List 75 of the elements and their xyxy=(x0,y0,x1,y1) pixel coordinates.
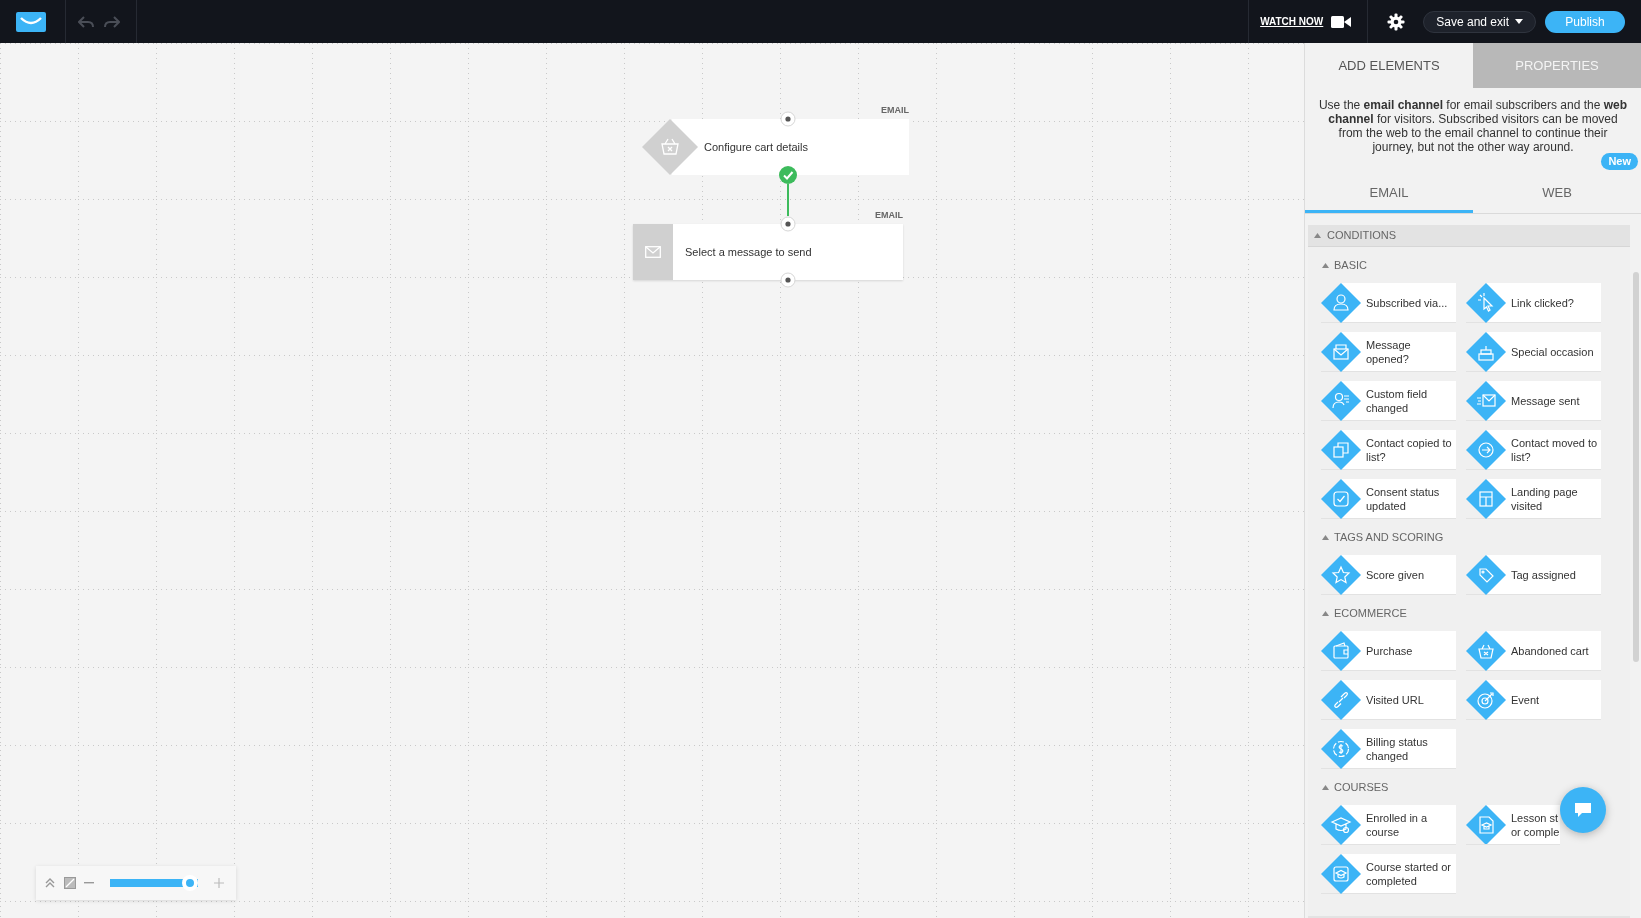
channel-label: EMAIL xyxy=(875,209,903,222)
group-title[interactable]: TAGS AND SCORING xyxy=(1334,528,1444,546)
node-card[interactable]: Configure cart details xyxy=(642,119,909,175)
cursor-icon xyxy=(1466,282,1506,323)
element-card[interactable]: Subscribed via... xyxy=(1321,283,1456,323)
watch-now-link[interactable]: WATCH NOW xyxy=(1260,14,1324,29)
basket-icon xyxy=(1466,630,1506,671)
wallet-icon xyxy=(1321,630,1361,671)
element-card[interactable]: Contact copied to list? xyxy=(1321,430,1456,470)
link-icon xyxy=(1321,679,1361,720)
element-card[interactable]: Abandoned cart xyxy=(1466,631,1601,671)
target-icon xyxy=(1466,679,1506,720)
envelope-icon xyxy=(1321,331,1361,372)
caret-icon[interactable] xyxy=(1322,534,1329,540)
user-icon xyxy=(1321,282,1361,323)
element-card[interactable]: Special occasion xyxy=(1466,332,1601,372)
element-card[interactable]: Link clicked? xyxy=(1466,283,1601,323)
element-card[interactable]: Message sent xyxy=(1466,381,1601,421)
save-and-exit-button[interactable]: Save and exit xyxy=(1423,10,1536,33)
user-icon xyxy=(1321,380,1361,421)
element-card[interactable]: Custom field changed xyxy=(1321,381,1456,421)
logo-icon[interactable] xyxy=(16,11,46,32)
chevron-up-icon[interactable] xyxy=(44,877,56,889)
group-title[interactable]: ECOMMERCE xyxy=(1334,604,1407,622)
copy-icon xyxy=(1321,429,1361,470)
element-card[interactable]: Visited URL xyxy=(1321,680,1456,720)
channel-tab[interactable]: WEB xyxy=(1473,176,1641,213)
element-card[interactable]: Message opened? xyxy=(1321,332,1456,372)
document-icon xyxy=(1466,805,1506,844)
tag-icon xyxy=(1466,554,1506,595)
layout-icon xyxy=(1466,478,1506,519)
redo-icon[interactable] xyxy=(104,15,120,28)
element-card[interactable]: Tag assigned xyxy=(1466,555,1601,595)
envelope-icon xyxy=(1466,380,1506,421)
caret-icon[interactable] xyxy=(1322,784,1329,790)
scrollbar[interactable] xyxy=(1633,272,1639,662)
checkbox-icon xyxy=(1321,478,1361,519)
connection-port-icon[interactable] xyxy=(780,272,796,288)
connection-port-icon[interactable] xyxy=(780,216,796,232)
element-card[interactable]: Billing status changed xyxy=(1321,729,1456,769)
zoom-in-icon[interactable] xyxy=(214,878,224,888)
node-card[interactable]: Select a message to send xyxy=(633,224,903,280)
new-badge: New xyxy=(1601,153,1638,170)
caret-icon xyxy=(1515,19,1523,24)
dollar-icon xyxy=(1321,728,1361,769)
channel-label: EMAIL xyxy=(881,104,909,117)
element-card[interactable]: Purchase xyxy=(1321,631,1456,671)
element-card[interactable]: Event xyxy=(1466,680,1601,720)
channel-description: Use the email channel for email subscribers and the web channel for visitors. Subscribed visitors can be moved from the web to the email channel to continue their journey, but not the other way around. xyxy=(1317,98,1629,154)
caret-icon[interactable] xyxy=(1322,610,1329,616)
connector-line xyxy=(787,184,789,216)
fit-to-screen-icon[interactable] xyxy=(64,877,76,889)
undo-icon[interactable] xyxy=(78,15,94,28)
graduation-cap-icon xyxy=(1321,853,1361,894)
chat-icon xyxy=(1575,802,1591,818)
group-title[interactable]: COURSES xyxy=(1334,778,1389,796)
element-card[interactable]: Lesson st or comple xyxy=(1466,805,1560,845)
element-card[interactable]: Contact moved to list? xyxy=(1466,430,1601,470)
envelope-icon xyxy=(645,246,661,258)
element-card[interactable]: Score given xyxy=(1321,555,1456,595)
caret-icon xyxy=(1314,233,1321,238)
element-card[interactable]: Course started or completed xyxy=(1321,854,1456,894)
element-card[interactable]: Enrolled in a course xyxy=(1321,805,1456,845)
connection-port-icon[interactable] xyxy=(780,111,796,127)
group-title[interactable]: BASIC xyxy=(1334,256,1367,274)
section-header[interactable]: CONDITIONS xyxy=(1308,225,1630,247)
element-card[interactable]: Consent status updated xyxy=(1321,479,1456,519)
graduation-cap-icon xyxy=(1321,804,1361,845)
caret-icon[interactable] xyxy=(1322,262,1329,268)
star-icon xyxy=(1321,554,1361,595)
channel-tab[interactable]: EMAIL xyxy=(1305,176,1473,213)
video-camera-icon[interactable] xyxy=(1331,14,1352,29)
element-card[interactable]: Landing page visited xyxy=(1466,479,1601,519)
cake-icon xyxy=(1466,331,1506,372)
basket-icon xyxy=(642,119,698,175)
